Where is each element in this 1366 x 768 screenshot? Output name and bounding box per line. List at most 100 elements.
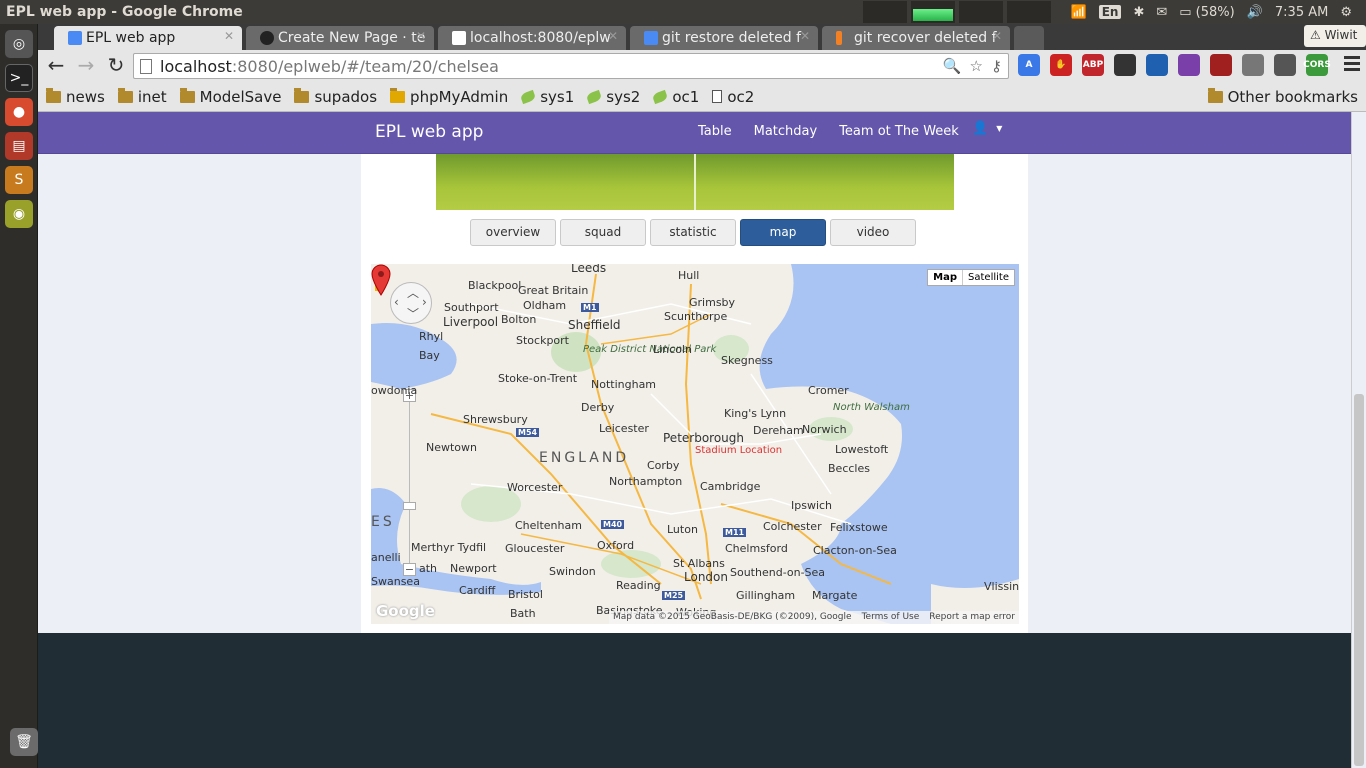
warning-icon: ⚠ xyxy=(1310,28,1325,42)
extension-icon[interactable]: ABP xyxy=(1082,54,1104,76)
tab-label: git restore deleted f xyxy=(662,30,802,46)
bookmark-oc1[interactable]: oc1 xyxy=(652,88,699,106)
tab-video[interactable]: video xyxy=(830,219,916,246)
tab-statistic[interactable]: statistic xyxy=(650,219,736,246)
scrollbar-thumb[interactable] xyxy=(1354,394,1364,766)
bookmark-modelsave[interactable]: ModelSave xyxy=(179,87,281,106)
pan-right-icon[interactable]: › xyxy=(422,295,427,309)
bookmark-sys1[interactable]: sys1 xyxy=(519,87,575,106)
address-bar[interactable]: localhost:8080/eplweb/#/team/20/chelsea … xyxy=(133,53,1009,79)
google-logo[interactable]: Google xyxy=(376,602,435,620)
bookmark-phpmyadmin[interactable]: phpMyAdmin xyxy=(390,87,508,106)
close-tab-icon[interactable]: ✕ xyxy=(608,29,618,43)
dash-home-icon[interactable]: ◎ xyxy=(5,30,33,58)
bookmark-star-icon[interactable]: ☆ xyxy=(970,57,983,75)
bookmark-news[interactable]: news xyxy=(46,87,105,106)
extension-icon[interactable] xyxy=(1274,54,1296,76)
tab-epl-web-app[interactable]: EPL web app ✕ xyxy=(54,26,242,50)
tab-map[interactable]: map xyxy=(740,219,826,246)
map-place-label: Sheffield xyxy=(568,318,621,332)
nav-matchday[interactable]: Matchday xyxy=(754,124,818,139)
extension-icon[interactable] xyxy=(1242,54,1264,76)
nav-table[interactable]: Table xyxy=(698,124,732,139)
session-gear-icon[interactable]: ⚙ xyxy=(1340,5,1352,20)
map-type-satellite[interactable]: Satellite xyxy=(963,270,1014,285)
ubuntu-launcher: ◎ >_ ● ▤ S ◉ 🗑 xyxy=(0,24,38,768)
sublime-text-icon[interactable]: S xyxy=(5,166,33,194)
map-place-label: Skegness xyxy=(721,354,773,367)
nav-team-of-the-week[interactable]: Team ot The Week xyxy=(839,124,959,139)
tab-git-restore[interactable]: git restore deleted f ✕ xyxy=(630,26,818,50)
terms-of-use-link[interactable]: Terms of Use xyxy=(862,612,920,623)
pan-up-icon[interactable]: ︿ xyxy=(407,284,419,301)
chrome-icon[interactable]: ● xyxy=(5,98,33,126)
extension-icon[interactable] xyxy=(1146,54,1168,76)
user-menu[interactable]: 👤 ▼ xyxy=(972,121,1002,136)
trash-icon[interactable]: 🗑 xyxy=(10,728,38,756)
google-map[interactable]: Map Satellite ︿ ﹀ ‹ › + − Leeds Hull Bla… xyxy=(371,264,1019,624)
terminal-icon[interactable]: >_ xyxy=(5,64,33,92)
map-place-label: Lowestoft xyxy=(835,443,889,456)
keyboard-layout-indicator[interactable]: En xyxy=(1098,5,1122,19)
close-tab-icon[interactable]: ✕ xyxy=(416,29,426,43)
report-map-error-link[interactable]: Report a map error xyxy=(929,612,1015,623)
extension-icon[interactable]: ✋ xyxy=(1050,54,1072,76)
clock[interactable]: 7:35 AM xyxy=(1275,5,1328,20)
extension-icon[interactable] xyxy=(1210,54,1232,76)
map-place-label: Peterborough xyxy=(663,431,745,445)
close-tab-icon[interactable]: ✕ xyxy=(800,29,810,43)
close-tab-icon[interactable]: ✕ xyxy=(992,29,1002,43)
extension-icon[interactable] xyxy=(1178,54,1200,76)
map-type-map[interactable]: Map xyxy=(928,270,964,285)
page-viewport: EPL web app Table Matchday Team ot The W… xyxy=(38,112,1366,768)
key-icon[interactable]: ⚷ xyxy=(991,57,1002,75)
pan-down-icon[interactable]: ﹀ xyxy=(407,305,419,322)
close-tab-icon[interactable]: ✕ xyxy=(224,29,234,43)
volume-icon[interactable]: 🔊 xyxy=(1247,5,1263,20)
reload-button[interactable]: ↻ xyxy=(104,54,128,78)
bookmark-label: sys1 xyxy=(540,87,575,106)
app-launcher-icon[interactable]: ◉ xyxy=(5,200,33,228)
extension-icon[interactable] xyxy=(1114,54,1136,76)
page-scrollbar[interactable] xyxy=(1351,112,1366,768)
map-place-label: owdonia xyxy=(371,384,418,397)
files-icon[interactable]: ▤ xyxy=(5,132,33,160)
bluetooth-icon[interactable]: ✱ xyxy=(1133,5,1144,20)
omnibox-actions: 🔍 ☆ ⚷ xyxy=(943,57,1002,75)
tab-create-new-page[interactable]: Create New Page · te ✕ xyxy=(246,26,434,50)
tab-git-recover[interactable]: git recover deleted f ✕ xyxy=(822,26,1010,50)
battery-indicator[interactable]: ▭ (58%) xyxy=(1179,5,1234,20)
tab-localhost[interactable]: localhost:8080/eplw ✕ xyxy=(438,26,626,50)
zoom-track[interactable] xyxy=(409,399,410,567)
extension-icon[interactable]: CORS xyxy=(1303,54,1331,76)
bookmark-inet[interactable]: inet xyxy=(117,87,167,106)
other-bookmarks[interactable]: Other bookmarks xyxy=(1207,88,1358,106)
network-signal-icon[interactable]: 📶 xyxy=(1071,5,1087,20)
profile-badge[interactable]: ⚠ Wiwit xyxy=(1304,25,1366,47)
new-tab-button[interactable] xyxy=(1014,26,1044,50)
back-button[interactable]: ← xyxy=(44,54,68,78)
app-brand[interactable]: EPL web app xyxy=(375,122,483,142)
chrome-menu-button[interactable] xyxy=(1344,56,1360,74)
map-place-label: Cheltenham xyxy=(515,519,582,532)
forward-button[interactable]: → xyxy=(74,54,98,78)
pan-left-icon[interactable]: ‹ xyxy=(394,295,399,309)
map-marker-icon[interactable] xyxy=(371,264,391,296)
bookmark-supados[interactable]: supados xyxy=(294,87,377,106)
url-host: localhost xyxy=(160,57,232,76)
bookmark-oc2[interactable]: oc2 xyxy=(712,88,754,106)
github-icon xyxy=(260,31,274,45)
map-place-label: Newport xyxy=(450,562,497,575)
zoom-slider-handle[interactable] xyxy=(403,502,416,510)
mail-icon[interactable]: ✉ xyxy=(1156,5,1167,20)
extension-icon[interactable]: A xyxy=(1018,54,1040,76)
pan-control[interactable]: ︿ ﹀ ‹ › xyxy=(390,282,432,324)
zoom-icon[interactable]: 🔍 xyxy=(943,57,962,75)
tab-overview[interactable]: overview xyxy=(470,219,556,246)
leaf-icon xyxy=(652,89,669,104)
tab-squad[interactable]: squad xyxy=(560,219,646,246)
system-monitor-indicator[interactable] xyxy=(862,1,1051,23)
bookmarks-bar: news inet ModelSave supados phpMyAdmin sys1 sy… xyxy=(38,82,1366,112)
bookmark-sys2[interactable]: sys2 xyxy=(586,88,640,106)
map-place-label: Luton xyxy=(667,523,698,536)
